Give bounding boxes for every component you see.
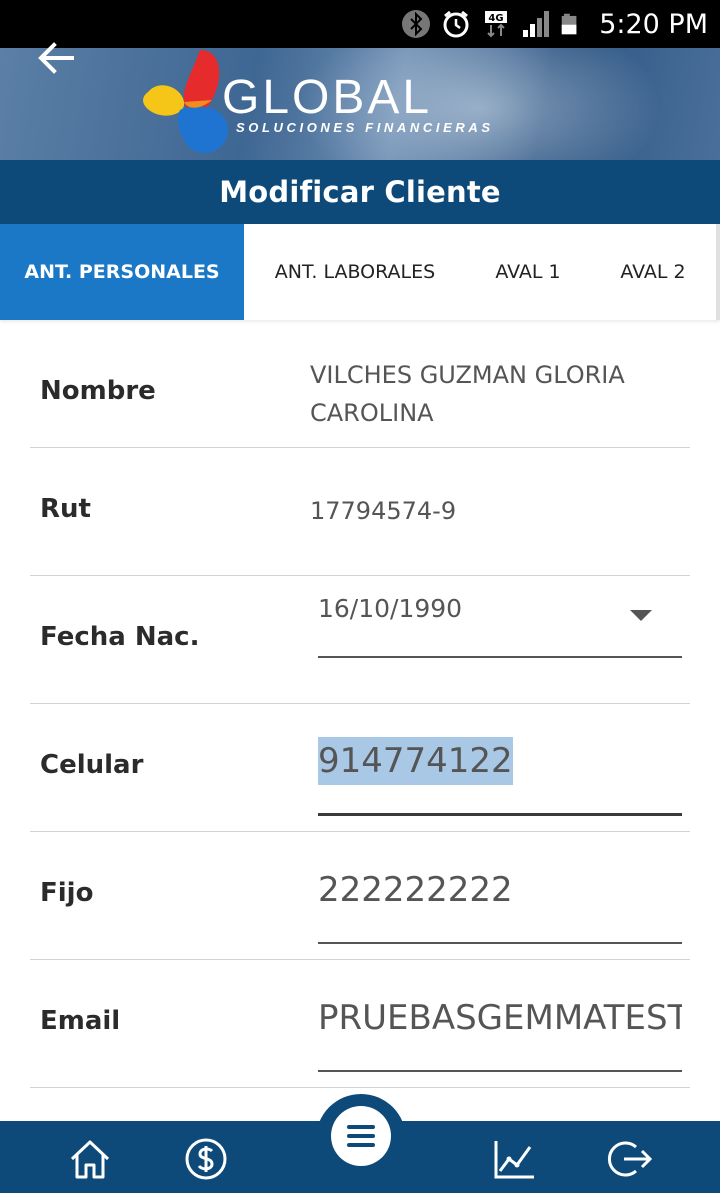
form-row-fijo: Fijo 222222222 (30, 832, 690, 960)
home-icon[interactable] (66, 1135, 114, 1183)
nombre-label: Nombre (40, 376, 156, 406)
celular-value: 914774122 (318, 737, 513, 785)
battery-icon (561, 13, 577, 35)
chevron-down-icon (630, 610, 652, 621)
form-row-celular: Celular 914774122 (30, 704, 690, 832)
nombre-value: VILCHES GUZMAN GLORIA CAROLINA (310, 361, 625, 427)
signal-icon (523, 11, 550, 37)
logout-icon[interactable] (606, 1135, 654, 1183)
client-form: Nombre VILCHES GUZMAN GLORIA CAROLINA Ru… (30, 320, 690, 1088)
alarm-icon (443, 10, 469, 38)
menu-icon (347, 1125, 375, 1147)
celular-input[interactable]: 914774122 (318, 736, 682, 816)
email-input[interactable]: PRUEBASGEMMATEST@ (318, 996, 682, 1072)
form-row-nombre: Nombre VILCHES GUZMAN GLORIA CAROLINA (30, 320, 690, 448)
tab-scroll-edge (716, 224, 720, 320)
title-bar: Modificar Cliente (0, 160, 720, 224)
fecha-nac-value: 16/10/1990 (318, 594, 463, 623)
menu-button-face (331, 1106, 391, 1166)
fecha-nac-dropdown[interactable]: 16/10/1990 (318, 592, 682, 658)
email-label: Email (40, 1006, 121, 1036)
tab-bar: ANT. PERSONALES ANT. LABORALES AVAL 1 AV… (0, 224, 720, 320)
fijo-value: 222222222 (318, 870, 513, 910)
form-row-email: Email PRUEBASGEMMATEST@ (30, 960, 690, 1088)
form-row-rut: Rut 17794574-9 (30, 448, 690, 576)
form-row-fecha-nac: Fecha Nac. 16/10/1990 (30, 576, 690, 704)
fecha-nac-label: Fecha Nac. (40, 622, 200, 652)
logo-subtitle: SOLUCIONES FINANCIERAS (236, 120, 494, 135)
tab-aval-2[interactable]: AVAL 2 (590, 224, 716, 320)
dollar-icon[interactable] (182, 1135, 230, 1183)
rut-label: Rut (40, 494, 91, 524)
status-icons: 4G 5:20 PM (401, 0, 708, 48)
menu-button[interactable] (316, 1094, 406, 1184)
rut-value: 17794574-9 (310, 497, 457, 525)
tab-ant-laborales[interactable]: ANT. LABORALES (244, 224, 466, 320)
tab-aval-1[interactable]: AVAL 1 (466, 224, 590, 320)
status-time: 5:20 PM (599, 8, 708, 40)
4g-data-icon: 4G (485, 11, 508, 38)
tab-ant-personales[interactable]: ANT. PERSONALES (0, 224, 244, 320)
status-bar: 4G 5:20 PM (0, 0, 720, 48)
fijo-input[interactable]: 222222222 (318, 868, 682, 944)
email-value: PRUEBASGEMMATEST@ (318, 998, 682, 1038)
celular-label: Celular (40, 750, 144, 780)
arrow-left-icon[interactable] (32, 38, 80, 78)
svg-text:4G: 4G (489, 13, 504, 24)
fijo-label: Fijo (40, 878, 94, 908)
page-title: Modificar Cliente (219, 175, 501, 209)
chart-icon[interactable] (490, 1135, 538, 1183)
bluetooth-icon (402, 10, 431, 38)
logo-text: GLOBAL (222, 71, 433, 124)
